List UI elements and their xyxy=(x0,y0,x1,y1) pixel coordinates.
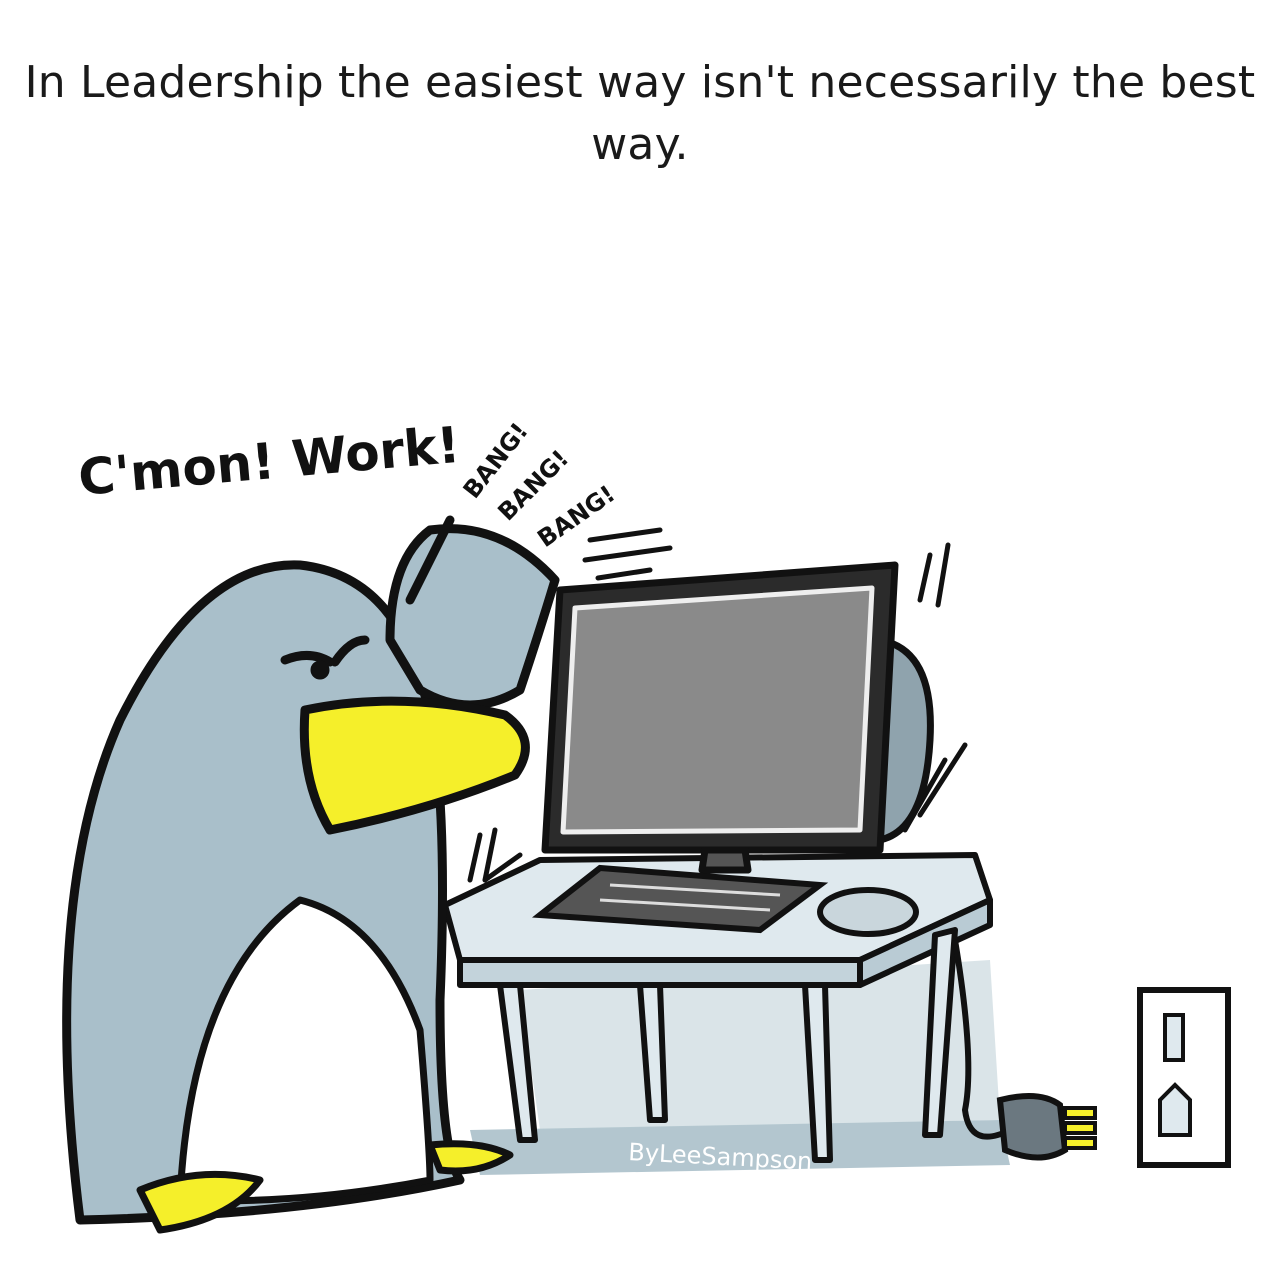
penguin xyxy=(62,515,560,1234)
penguin-computer-cartoon: C'mon! Work! BANG! BANG! BANG! ByLeeSamp… xyxy=(62,416,1231,1234)
speech-text: C'mon! Work! xyxy=(76,416,462,507)
computer-monitor xyxy=(541,561,934,874)
penguin-beak xyxy=(299,696,530,835)
monitor-screen xyxy=(560,585,875,835)
penguin-raised-flipper xyxy=(385,524,560,710)
penguin-eye xyxy=(310,660,330,680)
computer-mouse xyxy=(817,887,919,937)
penguin-foot xyxy=(136,1170,264,1234)
wall-socket xyxy=(1137,987,1231,1168)
power-plug xyxy=(996,1093,1097,1161)
